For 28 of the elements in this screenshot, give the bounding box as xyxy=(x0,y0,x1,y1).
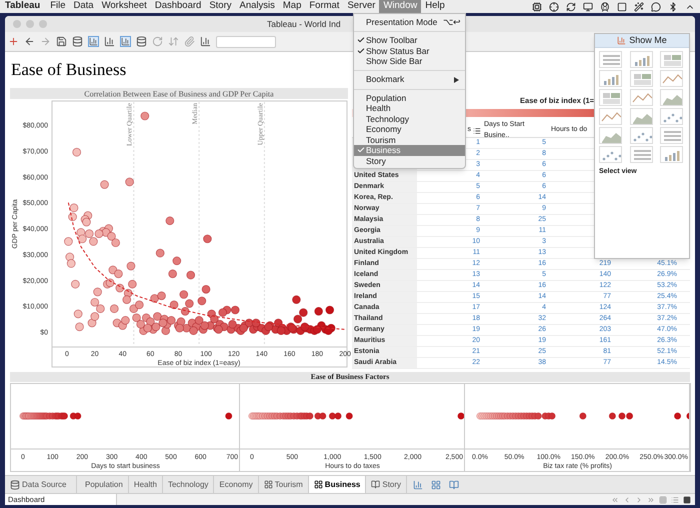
chart-title: Correlation Between Ease of Business and GDP Per Capita xyxy=(84,90,274,98)
menu-item[interactable]: Technology xyxy=(354,114,465,124)
menu-item[interactable]: Story xyxy=(205,0,236,14)
menu-item[interactable]: Presentation Mode ⌥↩ xyxy=(354,16,465,28)
menu-item[interactable]: Health xyxy=(354,103,465,114)
sheet-tab[interactable]: Business xyxy=(308,476,366,493)
menu-item[interactable]: Dashboard xyxy=(150,0,206,14)
menu-item[interactable]: Help xyxy=(421,0,449,14)
menu-item[interactable]: Show Side Bar xyxy=(354,56,465,66)
menu-item[interactable]: Data xyxy=(70,0,98,14)
menu-item[interactable]: Server xyxy=(343,0,380,14)
menu-item[interactable]: Story xyxy=(354,156,465,166)
app-menu[interactable]: Tableau xyxy=(5,0,40,14)
menu-item[interactable]: Show Status Bar xyxy=(354,46,465,56)
menu-item[interactable]: Economy xyxy=(354,124,465,134)
dashboard-title: Ease of Business xyxy=(11,59,126,82)
window-title: Tableau - World Ind xyxy=(267,18,341,30)
menu-item[interactable]: Analysis xyxy=(236,0,279,14)
menu-item[interactable]: Tourism xyxy=(354,134,465,145)
menu-item[interactable]: Population xyxy=(354,92,465,103)
menu-item[interactable]: Worksheet xyxy=(98,0,151,14)
menu-item[interactable]: Map xyxy=(278,0,306,14)
menu-item[interactable]: Format xyxy=(305,0,344,14)
panel-title: Show Me xyxy=(629,34,667,47)
menu-item[interactable]: File xyxy=(46,0,70,14)
menu-item[interactable]: Show Toolbar xyxy=(354,35,465,46)
menu-item[interactable]: Bookmark xyxy=(354,74,465,86)
shortcut-label: ⌥↩ xyxy=(443,18,461,26)
